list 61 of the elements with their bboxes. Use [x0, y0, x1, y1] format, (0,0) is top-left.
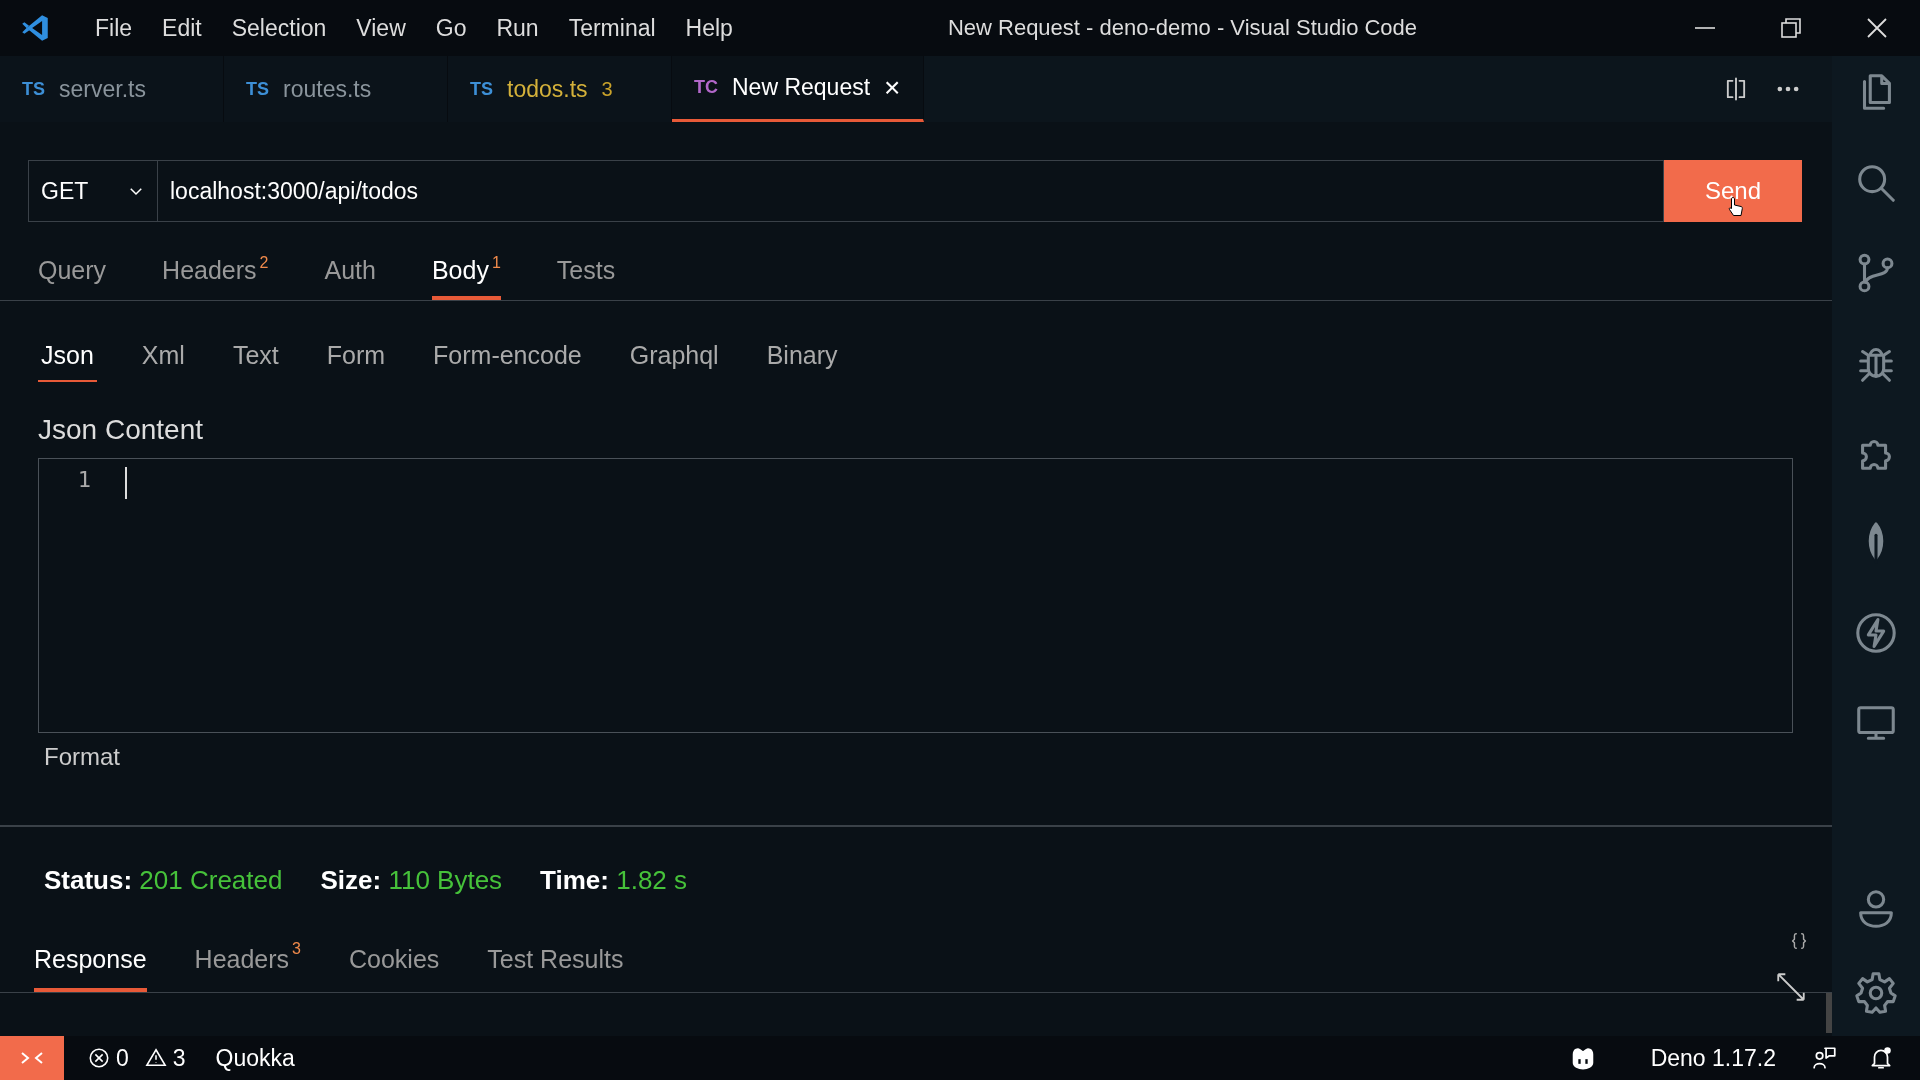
- response-tab[interactable]: Response: [34, 930, 147, 992]
- response-stat: Time: 1.82 s: [540, 865, 688, 896]
- close-tab-button[interactable]: ×: [884, 71, 901, 104]
- file-type-label: TS: [22, 78, 45, 100]
- deno-version-status[interactable]: Deno 1.17.2: [1644, 1043, 1782, 1073]
- body-type-tab[interactable]: Graphql: [626, 341, 722, 382]
- tab-label: New Request: [732, 74, 871, 101]
- request-tab[interactable]: Tests: [556, 244, 616, 300]
- restore-icon: [1779, 16, 1803, 40]
- request-tab[interactable]: Headers$^{2}$: [162, 244, 269, 300]
- lightning-icon[interactable]: [1853, 610, 1899, 656]
- menu-item[interactable]: Help: [670, 14, 748, 42]
- json-editor[interactable]: 1: [38, 458, 1793, 733]
- content-label: Json Content: [38, 414, 204, 446]
- file-type-label: TS: [470, 78, 493, 100]
- tab-label: server.ts: [59, 75, 146, 103]
- menu-item[interactable]: Edit: [147, 14, 217, 42]
- response-stat: Size: 110 Bytes: [320, 865, 503, 896]
- response-tab[interactable]: Headers$^{3}$: [194, 930, 301, 992]
- feedback-icon[interactable]: [1812, 1045, 1838, 1071]
- body-type-tab[interactable]: Xml: [138, 341, 188, 382]
- quokka-status[interactable]: Quokka: [209, 1043, 301, 1073]
- editor-tab[interactable]: TC New Request ×: [672, 56, 924, 122]
- request-tab[interactable]: Auth: [324, 244, 376, 300]
- error-icon: [88, 1047, 110, 1069]
- error-count-status[interactable]: 0: [82, 1043, 135, 1073]
- response-stat: Status: 201 Created: [44, 865, 283, 896]
- format-link[interactable]: Format: [44, 743, 120, 771]
- expand-icon[interactable]: [1774, 970, 1808, 1004]
- response-tab[interactable]: Cookies: [349, 930, 440, 992]
- response-tab[interactable]: Test Results: [487, 930, 624, 992]
- tab-label: routes.ts: [283, 75, 372, 103]
- menu-item[interactable]: Selection: [216, 14, 342, 42]
- menu-item[interactable]: Go: [420, 14, 482, 42]
- method-dropdown[interactable]: GET: [28, 160, 158, 222]
- tab-label: todos.ts: [507, 75, 588, 103]
- menu-item[interactable]: Run: [481, 14, 554, 42]
- minimize-icon: [1693, 27, 1717, 29]
- bell-icon[interactable]: [1868, 1045, 1894, 1071]
- menu-item[interactable]: View: [341, 14, 421, 42]
- url-field[interactable]: localhost:3000/api/todos: [158, 160, 1664, 222]
- warning-count-status[interactable]: 3: [138, 1043, 192, 1073]
- request-tab[interactable]: Body$^{1}$: [431, 244, 501, 300]
- window-title: New Request - deno-demo - Visual Studio Code: [947, 15, 1418, 41]
- body-type-tab[interactable]: Form: [323, 341, 389, 382]
- settings-icon[interactable]: [1853, 970, 1899, 1016]
- body-type-tab[interactable]: Binary: [763, 341, 841, 382]
- request-tab[interactable]: Query: [38, 244, 107, 300]
- menu-item[interactable]: Terminal: [553, 14, 671, 42]
- warning-icon: [144, 1047, 167, 1069]
- scrollbar[interactable]: [1826, 993, 1832, 1033]
- file-type-label: TC: [694, 77, 718, 98]
- problem-count: 3: [601, 77, 613, 101]
- body-type-tab[interactable]: Json: [38, 341, 97, 382]
- file-type-label: TS: [246, 78, 269, 100]
- close-icon: [1865, 16, 1889, 40]
- line-number: 1: [76, 467, 91, 494]
- body-type-tab[interactable]: Text: [229, 341, 282, 382]
- menu-item[interactable]: File: [80, 14, 148, 42]
- body-type-tab[interactable]: Form-encode: [430, 341, 585, 382]
- text-cursor: [125, 467, 127, 499]
